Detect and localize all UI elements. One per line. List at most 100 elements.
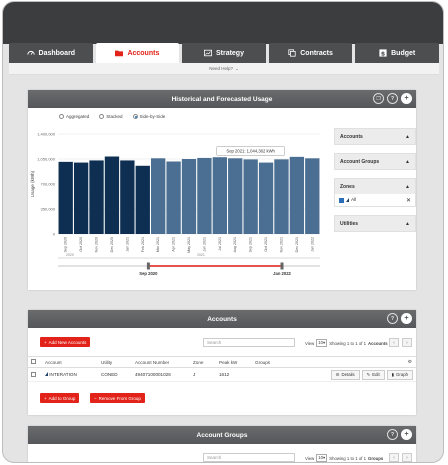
radio-side-by-side[interactable]: Side-by-Side (132, 114, 165, 119)
plus-icon: + (44, 339, 47, 345)
add-new-accounts-button[interactable]: + Add New Accounts (40, 337, 91, 347)
column-header[interactable]: Groups (252, 356, 312, 368)
zone-item-all[interactable]: All ✕ (335, 194, 415, 206)
tab-budget[interactable]: $ Budget (355, 43, 439, 63)
filter-accounts[interactable]: Accounts ▲ (334, 128, 416, 145)
x-tick-label: Oct 2021 (264, 237, 268, 252)
tab-strategy[interactable]: Strategy (182, 43, 266, 63)
peak-kw-cell: 1612 (216, 367, 252, 382)
x-tick-label: Sep 2020 (64, 237, 68, 252)
account-cell: INTERATION (42, 367, 98, 382)
accounts-search-input[interactable]: Search (203, 338, 295, 347)
settings-cell: ⚙ (312, 356, 416, 368)
column-header[interactable]: Account Number (132, 356, 190, 368)
column-header[interactable]: Utility (98, 356, 132, 368)
bar (104, 156, 120, 234)
y-tick-label: 700,000 (41, 182, 56, 187)
help-icon[interactable]: ? (387, 313, 398, 324)
panel-title: Historical and Forecasted Usage (171, 95, 273, 103)
header-icons: ? + (387, 313, 412, 324)
year-label: 2021 (197, 253, 205, 257)
pager-showing: Showing 1 to 1 of 1 (329, 340, 366, 346)
row-checkbox-cell (28, 367, 42, 382)
checkbox[interactable] (339, 197, 344, 203)
filter-sidebar: Accounts ▲ Account Groups ▲ Zones ▲ All ✕ U… (334, 128, 416, 240)
account-groups-panel-header: Account Groups ? + (28, 426, 416, 444)
main-tabs: Dashboard Accounts Strategy Contracts $ … (9, 43, 439, 63)
button-label: Remove From Group (98, 395, 141, 401)
x-tick-label: Nov 2021 (279, 237, 283, 252)
tab-label: Accounts (127, 49, 160, 57)
bar (274, 159, 289, 234)
x-tick-label: Oct 2020 (79, 237, 83, 252)
zone-triangle-icon (346, 198, 349, 202)
checkbox[interactable] (31, 359, 36, 364)
bar (197, 157, 212, 234)
radio-aggregated[interactable]: Aggregated (59, 114, 89, 119)
bar (289, 156, 305, 234)
column-header[interactable]: Account (42, 356, 98, 368)
year-label: 2020 (66, 253, 74, 257)
next-page-button[interactable]: › (402, 338, 412, 347)
account-number-cell: 49407100001026 (132, 367, 190, 382)
tab-dashboard[interactable]: Dashboard (9, 43, 93, 63)
graph-button[interactable]: ▮ Graph (386, 369, 413, 380)
dollar-icon: $ (379, 49, 387, 57)
help-icon[interactable]: ? (387, 429, 398, 440)
radio-stacked[interactable]: Stacked (99, 114, 123, 119)
details-button[interactable]: ☰ Details (330, 369, 360, 380)
table-row[interactable]: INTERATION CONED 49407100001026 J 1612 ☰… (28, 367, 416, 382)
checkbox[interactable] (31, 371, 36, 377)
groups-pager: View 10▾ Showing 1 to 1 of 1 Groups (305, 454, 383, 462)
tab-label: Dashboard (38, 49, 76, 57)
remove-from-group-button[interactable]: − Remove From Group (90, 393, 145, 403)
tab-accounts[interactable]: Accounts (95, 43, 180, 63)
need-help-bar[interactable]: Need Help? ⌄ (9, 63, 439, 75)
header-icons: ❐ ? + (373, 93, 412, 104)
zone-cell: J (190, 367, 216, 382)
next-page-button[interactable]: › (402, 453, 412, 462)
copy-icon[interactable]: ❐ (373, 93, 384, 104)
column-header[interactable]: Peak kW (216, 356, 252, 368)
tab-contracts[interactable]: Contracts (268, 43, 353, 63)
groups-cell (252, 367, 312, 382)
row-actions: ☰ Details ✎ Edit ▮ Graph (312, 367, 416, 382)
per-page-select[interactable]: 10▾ (316, 454, 328, 462)
button-label: Add New Accounts (48, 339, 87, 345)
x-tick-label: Dec 2020 (110, 237, 114, 252)
usage-panel-header: Historical and Forecasted Usage ❐ ? + (28, 90, 416, 108)
per-page-value: 10 (318, 340, 324, 345)
usage-panel: Historical and Forecasted Usage ❐ ? + Ag… (28, 90, 416, 290)
filter-account-groups[interactable]: Account Groups ▲ (334, 153, 416, 170)
plus-icon[interactable]: + (401, 429, 412, 440)
edit-button[interactable]: ✎ Edit (361, 369, 385, 380)
plus-icon[interactable]: + (401, 93, 412, 104)
y-axis-label: Usage (kWh) (30, 170, 35, 197)
filter-zones[interactable]: Zones ▲ All ✕ (334, 178, 416, 207)
radio-label: Stacked (106, 114, 123, 119)
accounts-panel: Accounts ? + + Add New Accounts Search Vi… (28, 310, 416, 415)
add-to-group-button[interactable]: + Add to Group (40, 393, 80, 403)
search-placeholder: Search (207, 455, 222, 460)
filter-label: Utilities (340, 220, 359, 227)
column-header[interactable]: Zone (190, 356, 216, 368)
tab-label: Budget (391, 49, 416, 57)
filter-label: Accounts (340, 133, 363, 140)
button-label: Graph (396, 372, 408, 377)
filter-label: Account Groups (340, 158, 380, 165)
plus-icon[interactable]: + (401, 313, 412, 324)
select-all-cell (28, 356, 42, 368)
filter-utilities[interactable]: Utilities ▲ (334, 215, 416, 232)
help-icon[interactable]: ? (387, 93, 398, 104)
prev-page-button[interactable]: ‹ (389, 338, 399, 347)
gear-icon[interactable]: ⚙ (408, 359, 412, 364)
close-icon[interactable]: ✕ (406, 197, 411, 204)
per-page-select[interactable]: 10▾ (316, 339, 328, 347)
tab-label: Contracts (300, 49, 333, 57)
prev-page-button[interactable]: ‹ (389, 453, 399, 462)
zone-label: All (351, 197, 357, 203)
contracts-copy-icon (288, 49, 296, 57)
groups-search-input[interactable]: Search (203, 453, 295, 462)
bar (73, 162, 89, 234)
x-tick-label: Aug 2021 (233, 237, 237, 252)
